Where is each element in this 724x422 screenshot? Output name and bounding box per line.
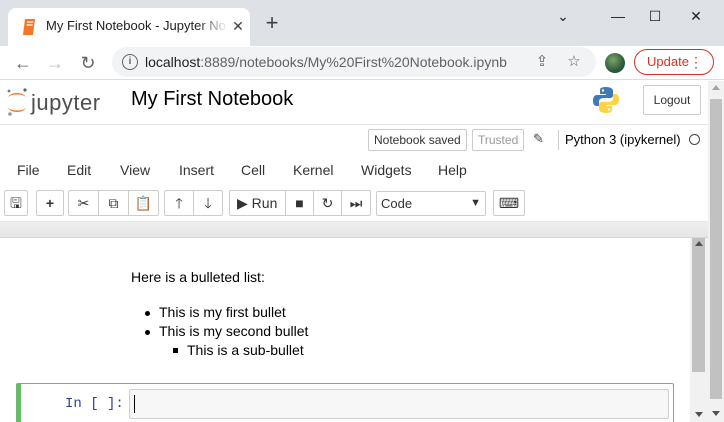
menu-file[interactable]: File [17,162,40,178]
code-cell[interactable]: In [ ]: [16,383,674,422]
notebook-scrollbar-thumb[interactable] [692,238,705,372]
trusted-indicator[interactable]: Trusted [472,129,525,151]
notebook-favicon-icon [23,19,35,35]
paste-icon[interactable]: 📋 [128,190,159,216]
restart-icon[interactable]: ↻ [313,190,342,216]
menu-cell[interactable]: Cell [241,162,265,178]
stop-icon[interactable]: ■ [285,190,314,216]
list-item: This is my first bullet [144,303,308,322]
close-icon[interactable]: ✕ [230,18,246,34]
list-item: This is my second bullet [144,323,309,339]
update-button[interactable]: Update ⋮ [634,49,714,75]
kernel-divider [558,130,559,150]
notebook-area: Here is a bulleted list: This is my firs… [0,238,708,422]
menu-insert[interactable]: Insert [179,162,214,178]
add-cell-icon[interactable]: + [36,190,64,216]
info-icon[interactable]: i [122,54,138,70]
header-shadow [0,222,708,238]
input-prompt: In [ ]: [65,396,124,412]
code-input[interactable] [129,389,669,419]
avatar[interactable] [605,53,625,73]
notebook-status-row: Notebook saved Trusted ✎ Python 3 (ipyke… [0,125,708,155]
scroll-down-icon[interactable] [712,411,720,416]
cell-type-select[interactable]: Code ▼ [376,191,486,216]
menubar: File Edit View Insert Cell Kernel Widget… [0,155,708,185]
menu-help[interactable]: Help [438,162,467,178]
menu-view[interactable]: View [120,162,150,178]
kernel-idle-icon [689,134,700,145]
scroll-up-icon[interactable] [712,85,720,90]
reload-icon[interactable]: ↻ [77,52,99,74]
maximize-icon[interactable]: ☐ [643,8,667,24]
star-icon[interactable]: ☆ [565,53,583,71]
address-bar[interactable]: i localhost:8889/notebooks/My%20First%20… [112,47,596,77]
url-text[interactable]: localhost:8889/notebooks/My%20First%20No… [145,54,507,70]
browser-tab[interactable]: My First Notebook - Jupyter Notebook ✕ [8,8,250,46]
move-up-icon[interactable]: 🡑 [164,190,194,216]
svg-text:jupyter: jupyter [30,90,101,115]
scroll-down-icon[interactable] [695,412,703,417]
back-arrow-icon[interactable]: ← [12,52,34,74]
jupyter-header: jupyter My First Notebook Logout [0,81,708,125]
new-tab-button[interactable]: + [262,12,282,34]
keyboard-icon[interactable]: ⌨ [493,190,525,216]
page-scrollbar-thumb[interactable] [710,99,722,399]
fast-forward-icon[interactable]: ⏭ [341,190,371,216]
sub-list-item: This is a sub-bullet [172,341,308,360]
page-scrollbar[interactable] [708,81,724,422]
python-logo-icon [593,87,619,113]
forward-arrow-icon[interactable]: → [44,52,66,74]
share-icon[interactable]: ⇪ [533,53,551,71]
bullet-list: This is my first bullet This is my secon… [144,303,309,360]
menu-edit[interactable]: Edit [67,162,91,178]
logout-button[interactable]: Logout [643,85,701,115]
move-down-icon[interactable]: 🡓 [193,190,223,216]
text-caret [134,395,135,413]
notebook-saved-indicator: Notebook saved [368,129,467,151]
menu-kernel[interactable]: Kernel [293,162,333,178]
minimize-icon[interactable]: — [606,8,630,24]
jupyter-logo[interactable]: jupyter [6,85,116,119]
cut-icon[interactable]: ✂ [68,190,99,216]
run-button[interactable]: ▶ Run [229,190,286,216]
markdown-text: Here is a bulleted list: [131,269,265,285]
play-icon: ▶ [237,195,248,211]
notebook-toolbar: 🖫 + ✂ ⧉ 📋 🡑 🡓 ▶ Run ■ ↻ ⏭ Code ▼ ⌨ [0,186,708,222]
pencil-icon[interactable]: ✎ [533,132,547,146]
notebook-title[interactable]: My First Notebook [131,88,293,111]
browser-tab-strip: My First Notebook - Jupyter Notebook ✕ +… [0,0,724,46]
save-icon[interactable]: 🖫 [4,190,28,216]
notebook-scrollbar[interactable] [690,238,708,422]
menu-widgets[interactable]: Widgets [361,162,412,178]
window-close-icon[interactable]: ✕ [684,8,708,24]
scroll-up-icon[interactable] [695,241,703,246]
kernel-name[interactable]: Python 3 (ipykernel) [565,132,681,147]
chevron-down-icon: ▼ [470,197,481,209]
copy-icon[interactable]: ⧉ [98,190,129,216]
browser-toolbar: ← → ↻ i localhost:8889/notebooks/My%20Fi… [0,46,724,80]
tab-title-fade [198,12,228,40]
more-vert-icon: ⋮ [689,54,703,70]
chevron-down-icon[interactable]: ⌄ [551,8,575,24]
